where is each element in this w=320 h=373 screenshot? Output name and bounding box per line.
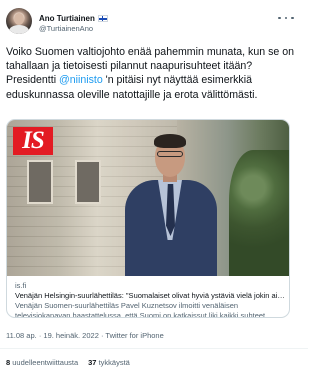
tweet-text: Voiko Suomen valtiojohto enää pahemmin m… (6, 45, 300, 102)
building-window (75, 160, 101, 204)
avatar-shoulders (9, 25, 29, 34)
author-handle[interactable]: @TurtiainenAno (39, 24, 93, 33)
avatar-face (14, 13, 24, 25)
likes-label: tykkäystä (96, 358, 130, 367)
person-glasses (157, 151, 183, 157)
finland-flag-icon (97, 14, 108, 22)
retweets-stat[interactable]: 8 uudelleentwiittausta (6, 358, 78, 367)
retweets-label: uudelleentwiittausta (10, 358, 79, 367)
is-logo: IS (13, 127, 53, 155)
tweet-client: Twitter for iPhone (105, 331, 164, 340)
tweet-time[interactable]: 11.08 ap. (6, 331, 37, 340)
photo-person (125, 134, 217, 276)
link-preview-card[interactable]: IS is.fi Venäjän Helsingin-suurlähettilä… (6, 119, 290, 318)
tree-background (229, 150, 289, 276)
tweet-date[interactable]: 19. heinäk. 2022 (43, 331, 98, 340)
building-window (27, 160, 53, 204)
stats-divider (0, 348, 308, 349)
author-display-name[interactable]: Ano Turtiainen (39, 14, 95, 23)
likes-stat[interactable]: 37 tykkäystä (88, 358, 130, 367)
card-description: Venäjän Suomen-suurlähettiläs Pavel Kuzn… (15, 301, 274, 318)
more-options-icon[interactable] (278, 14, 294, 22)
card-domain: is.fi (15, 281, 27, 290)
card-title: Venäjän Helsingin-suurlähettiläs: "Suoma… (15, 291, 285, 300)
author-avatar[interactable] (6, 8, 32, 34)
tweet-stats: 8 uudelleentwiittausta 37 tykkäystä (6, 358, 130, 367)
tweet-timestamp: 11.08 ap. · 19. heinäk. 2022 · Twitter f… (6, 331, 164, 340)
tweet-header: Ano Turtiainen @TurtiainenAno (6, 8, 296, 42)
name-row: Ano Turtiainen (39, 12, 108, 24)
card-image[interactable]: IS (7, 120, 289, 276)
person-hair (154, 134, 186, 148)
mention-link[interactable]: @niinisto (59, 74, 103, 86)
card-meta: is.fi Venäjän Helsingin-suurlähettiläs: … (15, 281, 285, 318)
tweet: Ano Turtiainen @TurtiainenAno Voiko Suom… (0, 0, 308, 373)
